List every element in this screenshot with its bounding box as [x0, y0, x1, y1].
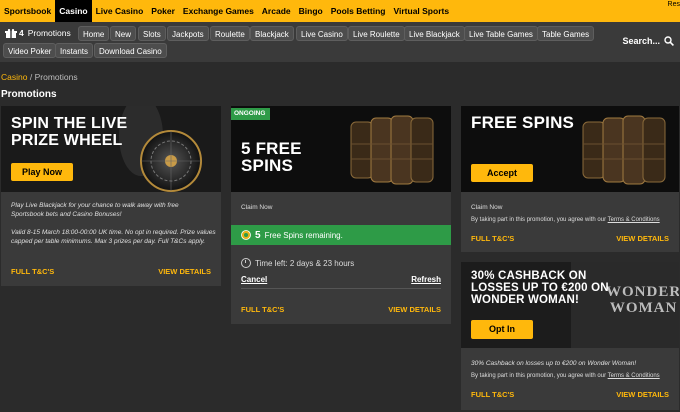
topnav-live-casino[interactable]: Live Casino: [92, 0, 148, 22]
breadcrumb-separator: /: [29, 72, 33, 82]
cashback-headline-line3: WONDER WOMAN!: [471, 294, 579, 306]
five-spins-claim-now: Claim Now: [241, 204, 273, 211]
cashback-view-details[interactable]: VIEW DETAILS: [616, 390, 669, 399]
time-left-text: Time left: 2 days & 23 hours: [255, 258, 355, 268]
pill-home[interactable]: Home: [78, 26, 110, 41]
prize-wheel-headline-line1: SPIN THE LIVE: [11, 115, 128, 132]
breadcrumb-current: Promotions: [34, 72, 78, 82]
five-spins-headline-line1: 5 FREE: [241, 139, 302, 158]
prize-wheel-terms: Valid 8-15 March 18:00-00:00 UK time. No…: [11, 229, 216, 245]
search-button[interactable]: Search...: [622, 36, 674, 46]
breadcrumb-casino[interactable]: Casino: [1, 72, 27, 82]
wonder-woman-logo-line1: WONDER: [606, 284, 679, 300]
opt-in-button[interactable]: Opt In: [471, 320, 533, 339]
free-spins-claim-now: Claim Now: [471, 204, 503, 211]
promo-card-free-spins: FREE SPINS Accept Claim Now By taking pa…: [461, 106, 679, 252]
pill-new[interactable]: New: [110, 26, 137, 41]
free-spins-terms-link[interactable]: Terms & Conditions: [608, 217, 660, 223]
cashback-agree-text: By taking part in this promotion, you ag…: [471, 373, 607, 379]
free-spins-headline: FREE SPINS: [471, 113, 575, 132]
free-spins-agreement: By taking part in this promotion, you ag…: [471, 217, 660, 223]
cashback-headline-line2: LOSSES UP TO €200 ON: [471, 282, 609, 294]
free-spins-view-details[interactable]: VIEW DETAILS: [616, 234, 669, 243]
cashback-full-tcs[interactable]: FULL T&C'S: [471, 390, 514, 399]
cashback-terms-link[interactable]: Terms & Conditions: [608, 373, 660, 379]
pill-blackjack[interactable]: Blackjack: [250, 26, 294, 41]
topnav-poker[interactable]: Poker: [147, 0, 179, 22]
pill-download-casino[interactable]: Download Casino: [94, 43, 167, 58]
spins-remaining-label: Free Spins remaining.: [264, 230, 343, 240]
topnav-res-link[interactable]: Res: [668, 0, 680, 10]
free-spins-full-tcs[interactable]: FULL T&C'S: [471, 234, 514, 243]
spins-remaining-count: 5: [255, 229, 261, 241]
page-title: Promotions: [1, 89, 57, 100]
promo-card-cashback: WONDER WOMAN 30% CASHBACK ON LOSSES UP T…: [461, 262, 679, 410]
pill-roulette[interactable]: Roulette: [210, 26, 250, 41]
top-nav: Sportsbook Casino Live Casino Poker Exch…: [0, 0, 680, 22]
cashback-agreement: By taking part in this promotion, you ag…: [471, 373, 660, 379]
five-spins-headline: 5 FREE SPINS: [241, 140, 302, 174]
pill-live-blackjack[interactable]: Live Blackjack: [404, 26, 465, 41]
promo-card-five-free-spins: ONGOING 5 FREE SPINS Claim Now 5 Free Sp…: [231, 106, 451, 324]
topnav-sportsbook[interactable]: Sportsbook: [0, 0, 55, 22]
topnav-bingo[interactable]: Bingo: [295, 0, 327, 22]
prize-wheel-headline: SPIN THE LIVE PRIZE WHEEL: [11, 115, 127, 149]
spins-remaining-bar: 5 Free Spins remaining.: [231, 225, 451, 245]
prize-wheel-view-details[interactable]: VIEW DETAILS: [158, 267, 211, 276]
topnav-arcade[interactable]: Arcade: [258, 0, 295, 22]
pill-live-casino[interactable]: Live Casino: [296, 26, 348, 41]
cashback-headline: 30% CASHBACK ON LOSSES UP TO €200 ON WON…: [471, 270, 609, 306]
five-spins-full-tcs[interactable]: FULL T&C'S: [241, 305, 284, 314]
clock-icon: [241, 258, 251, 268]
topnav-casino[interactable]: Casino: [55, 0, 92, 22]
time-left: Time left: 2 days & 23 hours: [241, 258, 354, 268]
five-spins-view-details[interactable]: VIEW DETAILS: [388, 305, 441, 314]
topnav-pools-betting[interactable]: Pools Betting: [327, 0, 390, 22]
play-now-button[interactable]: Play Now: [11, 163, 73, 181]
cashback-description: 30% Cashback on losses up to €200 on Won…: [471, 360, 637, 367]
topnav-virtual-sports[interactable]: Virtual Sports: [389, 0, 453, 22]
wonder-woman-logo-line2: WOMAN: [609, 300, 678, 316]
pill-jackpots[interactable]: Jackpots: [167, 26, 209, 41]
prize-wheel-headline-line2: PRIZE WHEEL: [11, 132, 123, 149]
accept-button[interactable]: Accept: [471, 164, 533, 182]
pill-video-poker[interactable]: Video Poker: [3, 43, 57, 58]
search-icon: [664, 36, 674, 46]
cashback-headline-line1: 30% CASHBACK ON: [471, 270, 587, 282]
pill-live-table-games[interactable]: Live Table Games: [464, 26, 538, 41]
refresh-link[interactable]: Refresh: [411, 275, 441, 284]
cancel-link[interactable]: Cancel: [241, 275, 267, 284]
breadcrumb: Casino / Promotions: [1, 72, 78, 82]
search-label: Search...: [622, 36, 660, 46]
pill-live-roulette[interactable]: Live Roulette: [348, 26, 405, 41]
promotions-link[interactable]: 4 Promotions: [5, 28, 71, 38]
promo-card-prize-wheel: SPIN THE LIVE PRIZE WHEEL Play Now Play …: [1, 106, 221, 286]
pill-slots[interactable]: Slots: [138, 26, 166, 41]
pill-table-games[interactable]: Table Games: [537, 26, 595, 41]
gift-icon: [5, 28, 17, 38]
chip-icon: [241, 230, 251, 240]
promotions-count: 4: [19, 28, 24, 38]
topnav-exchange-games[interactable]: Exchange Games: [179, 0, 258, 22]
wonder-woman-logo: WONDER WOMAN: [606, 284, 679, 316]
ongoing-badge: ONGOING: [231, 108, 271, 120]
prize-wheel-description: Play Live Blackjack for your chance to w…: [11, 202, 179, 218]
five-spins-headline-line2: SPINS: [241, 156, 294, 175]
five-spins-divider: [241, 288, 441, 289]
pill-instants[interactable]: Instants: [55, 43, 94, 58]
free-spins-agree-text: By taking part in this promotion, you ag…: [471, 217, 607, 223]
prize-wheel-full-tcs[interactable]: FULL T&C'S: [11, 267, 54, 276]
promotions-label: Promotions: [27, 28, 71, 38]
